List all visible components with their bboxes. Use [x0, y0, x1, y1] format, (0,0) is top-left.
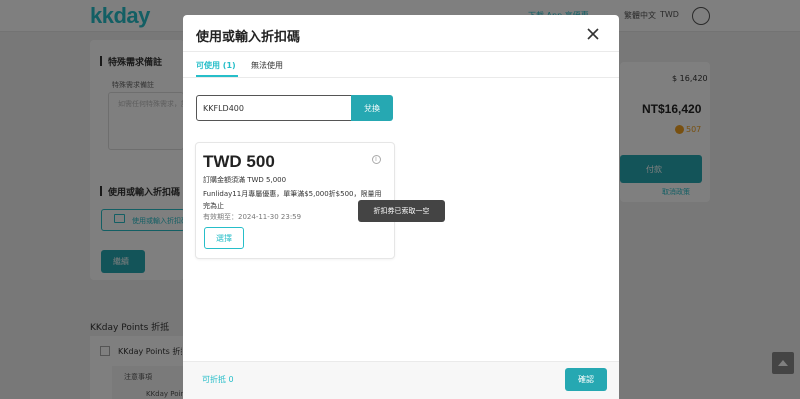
coupon-amount: TWD 500: [203, 152, 275, 171]
coupon-expiry: 有效期至：2024-11-30 23:59: [203, 213, 302, 221]
confirm-button[interactable]: 確認: [565, 368, 607, 391]
divider: [183, 51, 619, 52]
info-icon[interactable]: [372, 155, 381, 164]
redeem-button[interactable]: 兌換: [351, 95, 393, 121]
sold-out-tooltip: 折扣券已索取一空: [358, 200, 445, 222]
modal-title: 使用或輸入折扣碼: [196, 30, 301, 45]
modal-footer: [183, 361, 619, 399]
tab-unusable[interactable]: 無法使用: [251, 60, 283, 71]
close-button[interactable]: [583, 24, 603, 44]
coupon-modal: 使用或輸入折扣碼 可使用 (1) 無法使用 兌換 TWD 500 訂購金額須滿 …: [183, 15, 619, 399]
tab-usable[interactable]: 可使用 (1): [196, 60, 236, 71]
discount-amount: 可折抵 0: [202, 375, 234, 384]
coupon-min-spend: 訂購金額須滿 TWD 5,000: [203, 176, 287, 184]
close-icon: [587, 28, 599, 40]
coupon-code-input[interactable]: [196, 95, 352, 121]
divider: [183, 77, 619, 78]
select-coupon-button[interactable]: 選擇: [204, 227, 244, 249]
